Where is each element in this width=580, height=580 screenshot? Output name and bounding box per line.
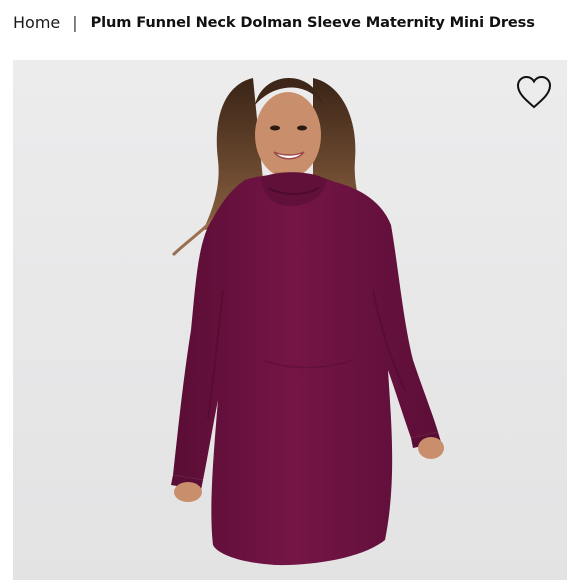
breadcrumb-current-product: Plum Funnel Neck Dolman Sleeve Maternity…: [90, 13, 535, 31]
breadcrumb-separator: |: [72, 12, 78, 32]
heart-outline-icon[interactable]: [515, 74, 553, 110]
model-photo: [171, 77, 444, 566]
breadcrumb: Home | Plum Funnel Neck Dolman Sleeve Ma…: [13, 8, 535, 36]
breadcrumb-home-link[interactable]: Home: [13, 13, 60, 32]
product-image[interactable]: [13, 60, 567, 580]
product-page: Home | Plum Funnel Neck Dolman Sleeve Ma…: [0, 0, 580, 580]
